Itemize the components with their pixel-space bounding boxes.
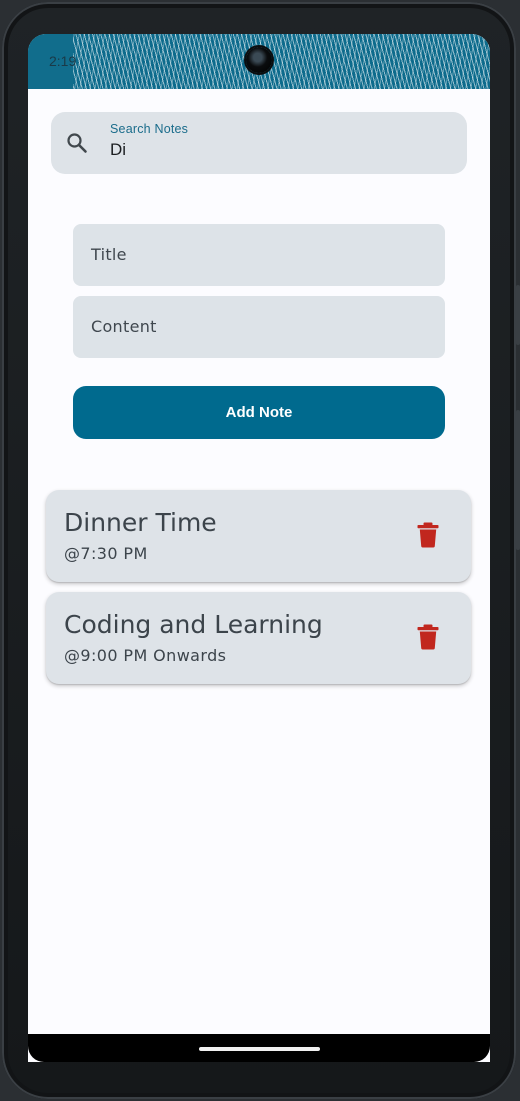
note-card[interactable]: Dinner Time @7:30 PM: [46, 490, 471, 582]
title-field[interactable]: Title: [73, 224, 445, 286]
home-indicator[interactable]: [199, 1047, 320, 1051]
add-note-button[interactable]: Add Note: [73, 386, 445, 439]
search-input[interactable]: Di: [110, 140, 126, 160]
app-screen: 2:19 Search Notes Di Title Content Add N…: [28, 34, 490, 1062]
status-time: 2:19: [49, 53, 77, 69]
camera-cutout: [246, 47, 272, 73]
content-field[interactable]: Content: [73, 296, 445, 358]
search-icon: [67, 133, 87, 153]
search-label: Search Notes: [110, 122, 189, 136]
volume-button: [516, 285, 520, 345]
trash-icon[interactable]: [416, 522, 440, 548]
content-placeholder: Content: [91, 317, 157, 336]
note-title: Coding and Learning: [64, 610, 323, 639]
note-card[interactable]: Coding and Learning @9:00 PM Onwards: [46, 592, 471, 684]
note-content: @9:00 PM Onwards: [64, 646, 227, 665]
trash-icon[interactable]: [416, 624, 440, 650]
power-button: [516, 410, 520, 550]
status-bar: 2:19: [28, 34, 490, 89]
search-bar[interactable]: Search Notes Di: [51, 112, 467, 174]
note-title: Dinner Time: [64, 508, 217, 537]
title-placeholder: Title: [91, 245, 127, 264]
note-content: @7:30 PM: [64, 544, 148, 563]
navigation-bar: [28, 1034, 490, 1062]
